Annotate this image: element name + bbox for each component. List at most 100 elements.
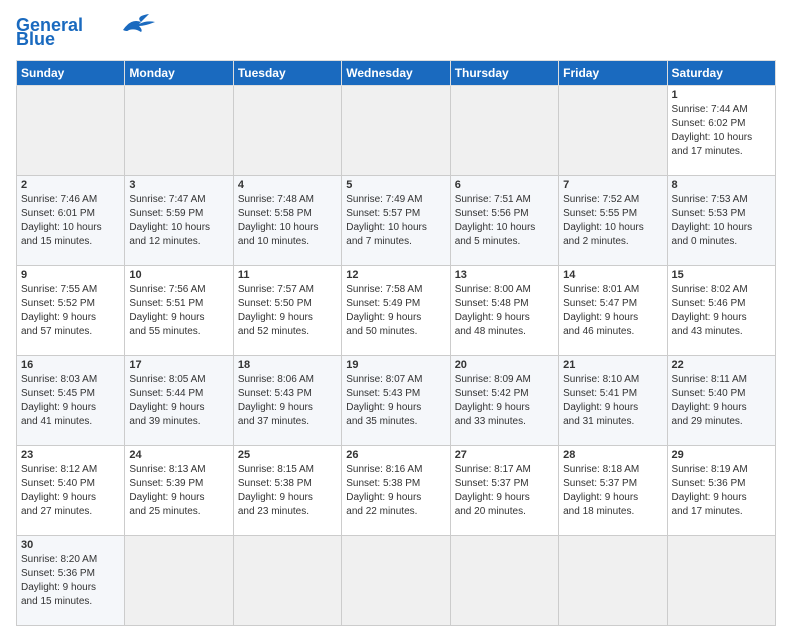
day-number: 7 [563,179,662,191]
day-cell: 5Sunrise: 7:49 AM Sunset: 5:57 PM Daylig… [342,176,450,266]
day-number: 6 [455,179,554,191]
col-header-friday: Friday [559,61,667,86]
day-number: 13 [455,269,554,281]
day-info: Sunrise: 7:52 AM Sunset: 5:55 PM Dayligh… [563,193,662,249]
logo: General Blue [16,16,157,48]
day-cell: 15 Sunrise: 8:02 AM Sunset: 5:46 PM Dayli… [667,266,775,356]
day-number: 27 [455,449,554,461]
day-cell [125,536,233,626]
day-info: Sunrise: 7:57 AM Sunset: 5:50 PM Dayligh… [238,283,337,339]
day-cell: 24 Sunrise: 8:13 AM Sunset: 5:39 PM Dayli… [125,446,233,536]
day-cell: 26Sunrise: 8:16 AM Sunset: 5:38 PM Dayli… [342,446,450,536]
day-cell [233,536,341,626]
col-header-sunday: Sunday [17,61,125,86]
day-number: 16 [21,359,120,371]
day-info: Sunrise: 8:12 AM Sunset: 5:40 PM Dayligh… [21,463,120,519]
page-header: General Blue [16,16,776,48]
day-number: 10 [129,269,228,281]
day-cell: 1 Sunrise: 7:44 AM Sunset: 6:02 PM Daylig… [667,86,775,176]
day-cell: 11 Sunrise: 7:57 AM Sunset: 5:50 PM Dayli… [233,266,341,356]
day-number: 29 [672,449,771,461]
week-row-1: 2Sunrise: 7:46 AM Sunset: 6:01 PM Daylig… [17,176,776,266]
day-number: 4 [238,179,337,191]
col-header-tuesday: Tuesday [233,61,341,86]
day-info: Sunrise: 7:58 AM Sunset: 5:49 PM Dayligh… [346,283,445,339]
day-info: Sunrise: 8:00 AM Sunset: 5:48 PM Dayligh… [455,283,554,339]
day-number: 3 [129,179,228,191]
header-row: SundayMondayTuesdayWednesdayThursdayFrid… [17,61,776,86]
day-cell: 29 Sunrise: 8:19 AM Sunset: 5:36 PM Dayli… [667,446,775,536]
day-cell: 9Sunrise: 7:55 AM Sunset: 5:52 PM Daylig… [17,266,125,356]
day-info: Sunrise: 7:44 AM Sunset: 6:02 PM Dayligh… [672,103,771,159]
day-number: 20 [455,359,554,371]
day-cell [559,86,667,176]
day-number: 14 [563,269,662,281]
week-row-5: 30Sunrise: 8:20 AM Sunset: 5:36 PM Dayli… [17,536,776,626]
day-info: Sunrise: 8:06 AM Sunset: 5:43 PM Dayligh… [238,373,337,429]
day-cell: 28 Sunrise: 8:18 AM Sunset: 5:37 PM Dayli… [559,446,667,536]
day-info: Sunrise: 8:02 AM Sunset: 5:46 PM Dayligh… [672,283,771,339]
day-number: 1 [672,89,771,101]
day-cell: 30Sunrise: 8:20 AM Sunset: 5:36 PM Dayli… [17,536,125,626]
day-info: Sunrise: 8:18 AM Sunset: 5:37 PM Dayligh… [563,463,662,519]
day-cell [342,86,450,176]
col-header-saturday: Saturday [667,61,775,86]
day-cell: 21 Sunrise: 8:10 AM Sunset: 5:41 PM Dayli… [559,356,667,446]
day-number: 21 [563,359,662,371]
day-cell: 8Sunrise: 7:53 AM Sunset: 5:53 PM Daylig… [667,176,775,266]
day-info: Sunrise: 8:20 AM Sunset: 5:36 PM Dayligh… [21,553,120,609]
day-cell [342,536,450,626]
day-info: Sunrise: 8:13 AM Sunset: 5:39 PM Dayligh… [129,463,228,519]
day-number: 18 [238,359,337,371]
day-number: 12 [346,269,445,281]
day-cell: 18 Sunrise: 8:06 AM Sunset: 5:43 PM Dayli… [233,356,341,446]
day-cell: 4Sunrise: 7:48 AM Sunset: 5:58 PM Daylig… [233,176,341,266]
day-cell [450,86,558,176]
day-cell [559,536,667,626]
day-cell: 3 Sunrise: 7:47 AM Sunset: 5:59 PM Daylig… [125,176,233,266]
day-cell: 17 Sunrise: 8:05 AM Sunset: 5:44 PM Dayli… [125,356,233,446]
day-cell: 19Sunrise: 8:07 AM Sunset: 5:43 PM Dayli… [342,356,450,446]
day-info: Sunrise: 8:09 AM Sunset: 5:42 PM Dayligh… [455,373,554,429]
day-cell: 20 Sunrise: 8:09 AM Sunset: 5:42 PM Dayli… [450,356,558,446]
calendar-table: SundayMondayTuesdayWednesdayThursdayFrid… [16,60,776,626]
day-cell [17,86,125,176]
day-number: 11 [238,269,337,281]
day-cell [667,536,775,626]
logo-blue-text: Blue [16,30,55,48]
day-info: Sunrise: 7:47 AM Sunset: 5:59 PM Dayligh… [129,193,228,249]
week-row-4: 23Sunrise: 8:12 AM Sunset: 5:40 PM Dayli… [17,446,776,536]
day-info: Sunrise: 7:51 AM Sunset: 5:56 PM Dayligh… [455,193,554,249]
day-number: 25 [238,449,337,461]
day-info: Sunrise: 8:05 AM Sunset: 5:44 PM Dayligh… [129,373,228,429]
day-number: 28 [563,449,662,461]
day-cell: 16Sunrise: 8:03 AM Sunset: 5:45 PM Dayli… [17,356,125,446]
day-info: Sunrise: 8:10 AM Sunset: 5:41 PM Dayligh… [563,373,662,429]
day-info: Sunrise: 8:11 AM Sunset: 5:40 PM Dayligh… [672,373,771,429]
day-info: Sunrise: 7:56 AM Sunset: 5:51 PM Dayligh… [129,283,228,339]
day-info: Sunrise: 8:17 AM Sunset: 5:37 PM Dayligh… [455,463,554,519]
day-info: Sunrise: 8:01 AM Sunset: 5:47 PM Dayligh… [563,283,662,339]
day-number: 8 [672,179,771,191]
day-info: Sunrise: 7:55 AM Sunset: 5:52 PM Dayligh… [21,283,120,339]
day-cell: 22Sunrise: 8:11 AM Sunset: 5:40 PM Dayli… [667,356,775,446]
day-cell: 14 Sunrise: 8:01 AM Sunset: 5:47 PM Dayli… [559,266,667,356]
day-info: Sunrise: 8:19 AM Sunset: 5:36 PM Dayligh… [672,463,771,519]
day-info: Sunrise: 8:16 AM Sunset: 5:38 PM Dayligh… [346,463,445,519]
day-cell [125,86,233,176]
logo-bird-icon [121,12,157,34]
week-row-0: 1 Sunrise: 7:44 AM Sunset: 6:02 PM Daylig… [17,86,776,176]
day-number: 15 [672,269,771,281]
day-cell [233,86,341,176]
day-info: Sunrise: 7:49 AM Sunset: 5:57 PM Dayligh… [346,193,445,249]
day-info: Sunrise: 8:15 AM Sunset: 5:38 PM Dayligh… [238,463,337,519]
day-cell: 6 Sunrise: 7:51 AM Sunset: 5:56 PM Daylig… [450,176,558,266]
col-header-monday: Monday [125,61,233,86]
week-row-3: 16Sunrise: 8:03 AM Sunset: 5:45 PM Dayli… [17,356,776,446]
day-cell: 27 Sunrise: 8:17 AM Sunset: 5:37 PM Dayli… [450,446,558,536]
day-cell: 23Sunrise: 8:12 AM Sunset: 5:40 PM Dayli… [17,446,125,536]
day-number: 17 [129,359,228,371]
day-cell: 13 Sunrise: 8:00 AM Sunset: 5:48 PM Dayli… [450,266,558,356]
day-number: 2 [21,179,120,191]
day-number: 24 [129,449,228,461]
